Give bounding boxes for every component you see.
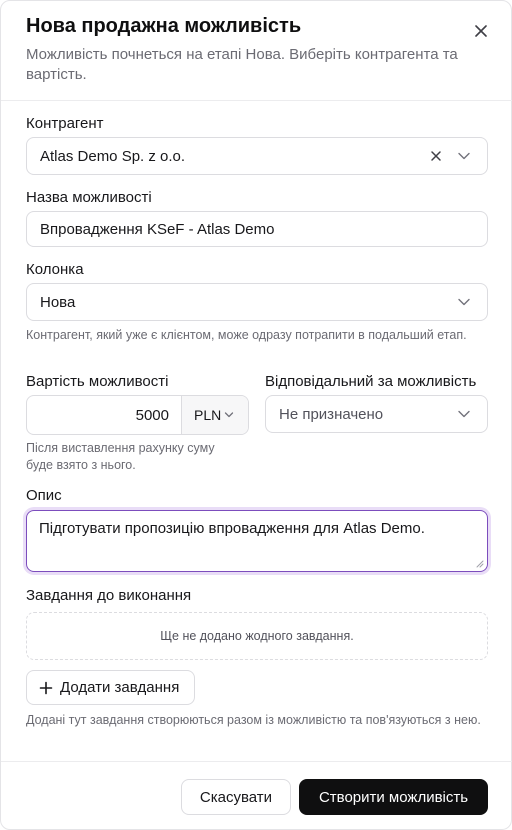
description-textarea[interactable]: Підготувати пропозицію впровадження для … [26, 510, 488, 572]
clear-icon[interactable] [429, 149, 443, 163]
dialog-subtitle: Можливість почнеться на етапі Нова. Вибе… [26, 46, 458, 83]
new-opportunity-dialog: Нова продажна можливість Можливість почн… [0, 0, 512, 830]
name-value: Впровадження KSeF - Atlas Demo [40, 220, 275, 238]
create-opportunity-button[interactable]: Створити можливість [299, 779, 488, 815]
contractor-select[interactable]: Atlas Demo Sp. z o.o. [26, 137, 488, 175]
dialog-footer: Скасувати Створити можливість [1, 761, 512, 830]
chevron-down-icon [458, 410, 470, 418]
add-task-button[interactable]: Додати завдання [26, 670, 195, 705]
tasks-empty-state: Ще не додано жодного завдання. [26, 612, 488, 660]
column-value: Нова [40, 293, 76, 311]
dialog-header: Нова продажна можливість Можливість почн… [1, 1, 512, 101]
close-button[interactable] [471, 21, 491, 41]
column-select[interactable]: Нова [26, 283, 488, 321]
value-label: Вартість можливості [26, 373, 169, 390]
plus-icon [39, 681, 53, 694]
amount-input[interactable]: 5000 [27, 396, 181, 434]
dialog-title: Нова продажна можливість [26, 15, 302, 37]
value-hint: Після виставлення рахунку суму буде взят… [26, 441, 215, 472]
tasks-hint: Додані тут завдання створюються разом із… [26, 713, 481, 727]
tasks-label: Завдання до виконання [26, 587, 192, 604]
resize-handle-icon[interactable] [476, 560, 484, 568]
description-value: Підготувати пропозицію впровадження для … [39, 520, 425, 537]
currency-select[interactable]: PLN [181, 396, 248, 434]
name-label: Назва можливості [26, 189, 152, 206]
owner-label: Відповідальний за можливість [265, 373, 477, 390]
currency-value: PLN [194, 407, 222, 423]
description-label: Опис [26, 487, 62, 504]
add-task-label: Додати завдання [60, 679, 180, 696]
column-label: Колонка [26, 261, 84, 278]
chevron-down-icon [458, 152, 470, 160]
tasks-empty-text: Ще не додано жодного завдання. [160, 629, 354, 643]
contractor-value: Atlas Demo Sp. z o.o. [40, 147, 186, 165]
owner-select[interactable]: Не призначено [265, 395, 488, 433]
cancel-button[interactable]: Скасувати [181, 779, 291, 815]
column-hint: Контрагент, який уже є клієнтом, може од… [26, 328, 467, 342]
chevron-down-icon [224, 412, 234, 418]
close-icon [475, 25, 487, 37]
chevron-down-icon [458, 298, 470, 306]
owner-value: Не призначено [279, 405, 384, 423]
contractor-label: Контрагент [26, 115, 104, 132]
name-input[interactable]: Впровадження KSeF - Atlas Demo [26, 211, 488, 247]
value-input-group: 5000 PLN [26, 395, 249, 435]
